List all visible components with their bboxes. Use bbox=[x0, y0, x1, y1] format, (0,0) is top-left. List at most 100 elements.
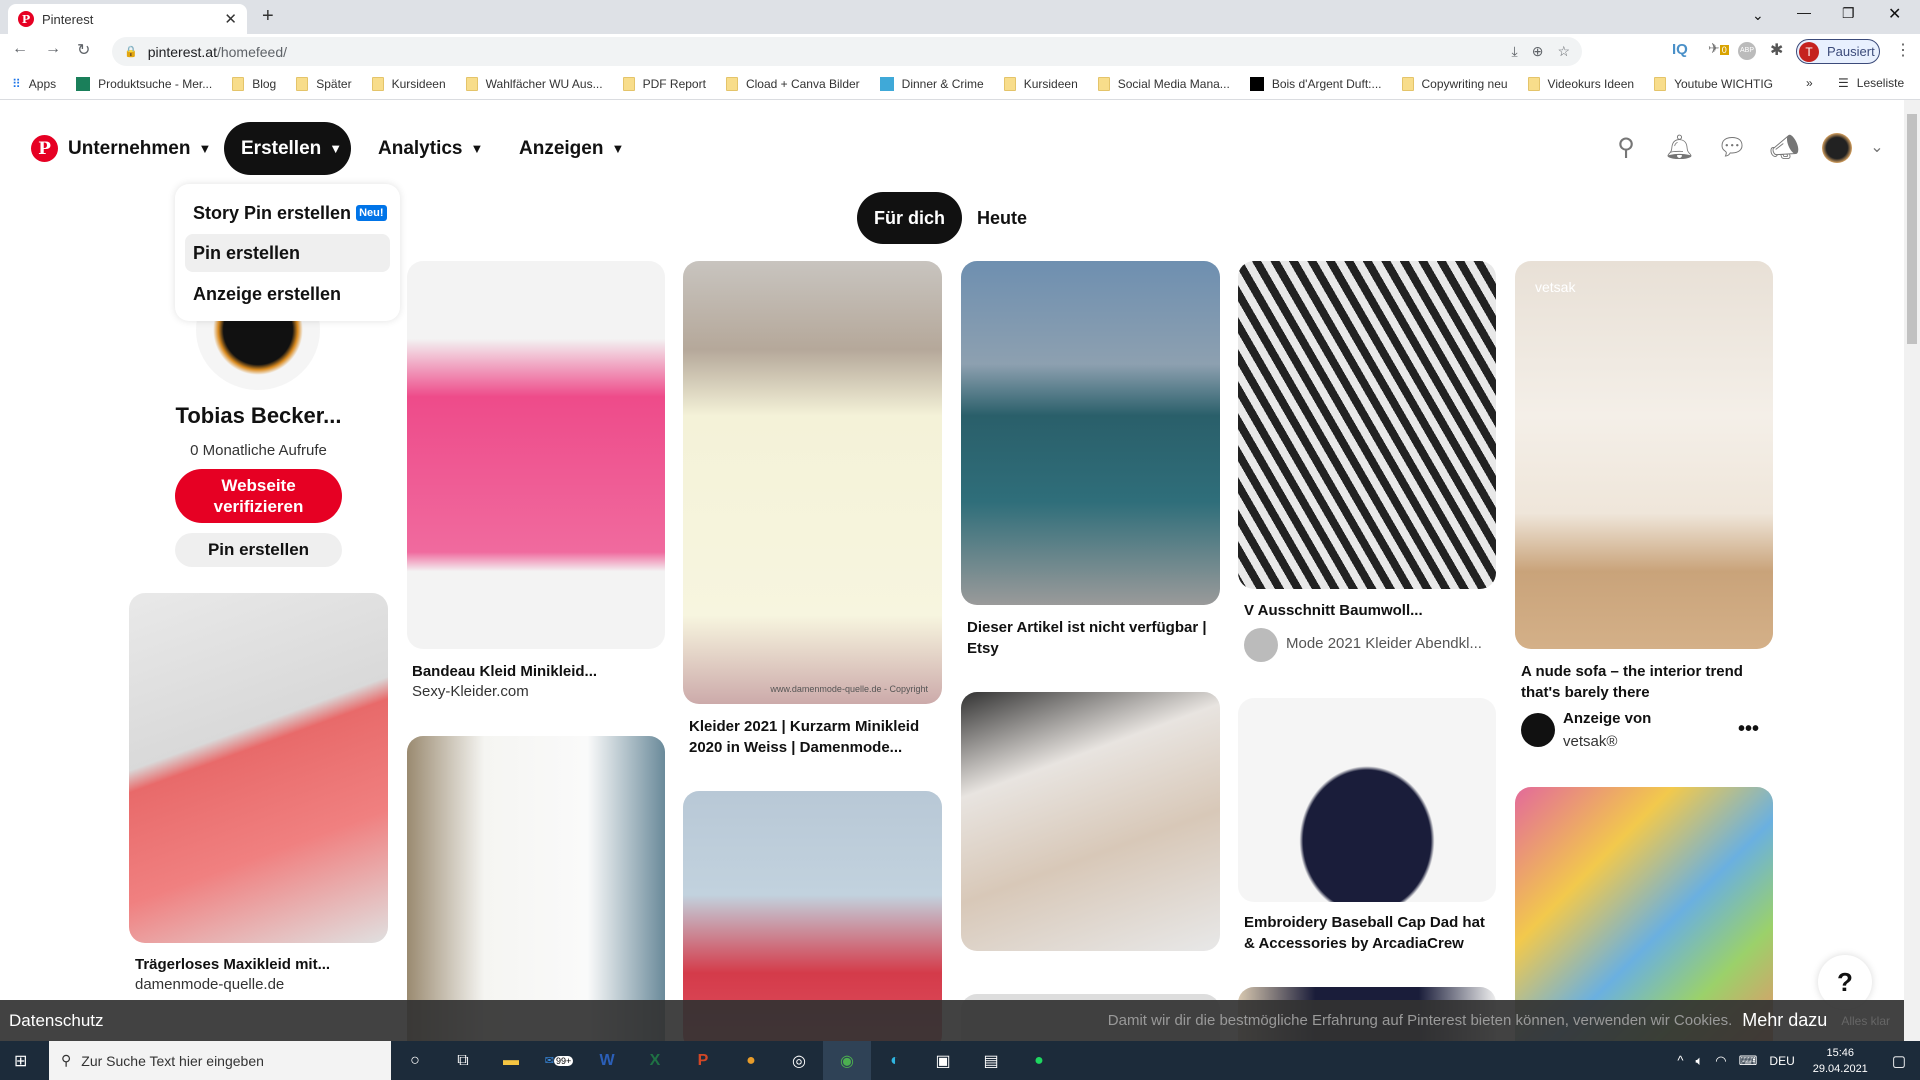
account-chevron-icon[interactable]: ⌄ bbox=[1862, 133, 1892, 163]
bookmark-item[interactable]: Kursideen bbox=[371, 77, 446, 91]
search-icon[interactable]: ⚲ bbox=[1611, 133, 1641, 163]
new-tab-icon[interactable]: + bbox=[262, 5, 274, 28]
mail-icon[interactable]: ✉ 99+ bbox=[535, 1041, 583, 1080]
pin-title[interactable]: Trägerloses Maxikleid mit... bbox=[135, 954, 385, 975]
pin-title[interactable]: V Ausschnitt Baumwoll... bbox=[1244, 600, 1494, 621]
tab-search-icon[interactable]: ⌄ bbox=[1752, 7, 1764, 24]
windows-start-icon[interactable]: ⊞ bbox=[14, 1051, 27, 1071]
install-icon[interactable]: ⤓ bbox=[1512, 43, 1518, 60]
forward-icon[interactable]: → bbox=[45, 40, 61, 58]
address-bar[interactable]: 🔒 pinterest.at/homefeed/ ⤓ ⊕ ☆ bbox=[112, 37, 1582, 66]
pin-title[interactable]: A nude sofa – the interior trend that's … bbox=[1521, 661, 1771, 703]
bookmark-item[interactable]: Social Media Mana... bbox=[1097, 77, 1230, 91]
bookmark-item[interactable]: Produktsuche - Mer... bbox=[76, 77, 212, 91]
user-avatar[interactable] bbox=[1822, 133, 1852, 163]
app-icon[interactable]: ▣ bbox=[919, 1041, 967, 1080]
bookmark-star-icon[interactable]: ☆ bbox=[1557, 43, 1570, 60]
advertiser-avatar[interactable] bbox=[1521, 713, 1555, 747]
bookmark-item[interactable]: Copywriting neu bbox=[1401, 77, 1508, 91]
app-icon[interactable]: ● bbox=[727, 1041, 775, 1080]
extension-icon[interactable]: ✈ 0 bbox=[1708, 40, 1729, 57]
pin-title[interactable]: Embroidery Baseball Cap Dad hat & Access… bbox=[1244, 912, 1494, 954]
notifications-bell-icon[interactable]: 🔔︎ bbox=[1664, 133, 1694, 163]
pin-source[interactable]: Mode 2021 Kleider Abendkl... bbox=[1286, 635, 1482, 652]
verify-website-button[interactable]: Webseite verifizieren bbox=[175, 469, 342, 523]
powerpoint-icon[interactable]: P bbox=[679, 1041, 727, 1080]
app-icon[interactable]: ▤ bbox=[967, 1041, 1015, 1080]
spotify-icon[interactable]: ● bbox=[1015, 1041, 1063, 1080]
reading-list[interactable]: ☰ Leseliste bbox=[1838, 76, 1904, 90]
tray-overflow-icon[interactable]: ^ bbox=[1677, 1053, 1683, 1068]
menu-item-story-pin[interactable]: Story Pin erstellen Neu! bbox=[185, 194, 390, 232]
bookmark-apps[interactable]: ⠿ Apps bbox=[12, 77, 56, 91]
menu-icon[interactable]: ⋮ bbox=[1895, 40, 1911, 60]
close-window-icon[interactable]: ✕ bbox=[1888, 4, 1901, 24]
file-explorer-icon[interactable]: ▬ bbox=[487, 1041, 535, 1080]
back-icon[interactable]: ← bbox=[12, 40, 28, 58]
bookmark-item[interactable]: Später bbox=[296, 77, 352, 91]
pin-image[interactable] bbox=[961, 261, 1220, 605]
pin-image[interactable] bbox=[1238, 698, 1496, 902]
nav-business[interactable]: P Unternehmen ▼ bbox=[14, 122, 228, 175]
bookmark-item[interactable]: Cload + Canva Bilder bbox=[725, 77, 860, 91]
scrollbar-thumb[interactable] bbox=[1907, 114, 1917, 344]
edge-icon[interactable]: ◐ bbox=[871, 1041, 919, 1080]
close-tab-icon[interactable]: ✕ bbox=[224, 10, 237, 28]
nav-analytics[interactable]: Analytics ▼ bbox=[361, 122, 500, 175]
pin-title[interactable]: Kleider 2021 | Kurzarm Minikleid 2020 in… bbox=[689, 716, 939, 758]
bookmark-item[interactable]: Wahlfächer WU Aus... bbox=[465, 77, 603, 91]
profile-button[interactable]: T Pausiert bbox=[1796, 39, 1880, 64]
pin-image[interactable] bbox=[129, 593, 388, 943]
advertiser-name[interactable]: vetsak® bbox=[1563, 733, 1617, 750]
language-indicator[interactable]: DEU bbox=[1769, 1054, 1794, 1068]
wifi-icon[interactable]: ◠ bbox=[1715, 1053, 1726, 1069]
bookmark-item[interactable]: Blog bbox=[232, 77, 276, 91]
creator-avatar[interactable] bbox=[1244, 628, 1278, 662]
taskbar-search[interactable]: ⚲ Zur Suche Text hier eingeben bbox=[49, 1041, 391, 1080]
pin-image[interactable] bbox=[407, 261, 665, 649]
restore-icon[interactable]: ❐ bbox=[1842, 5, 1855, 22]
volume-icon[interactable]: 🔈︎ bbox=[1695, 1053, 1703, 1069]
word-icon[interactable]: W bbox=[583, 1041, 631, 1080]
more-bookmarks-icon[interactable]: » bbox=[1806, 76, 1813, 90]
reload-icon[interactable]: ↻ bbox=[77, 40, 90, 60]
nav-create[interactable]: Erstellen ▼ bbox=[224, 122, 351, 175]
pin-image[interactable] bbox=[961, 692, 1220, 951]
messages-icon[interactable]: 💬︎ bbox=[1717, 133, 1747, 163]
adblock-icon[interactable]: ABP bbox=[1738, 42, 1756, 60]
nav-ads[interactable]: Anzeigen ▼ bbox=[502, 122, 641, 175]
pin-title[interactable]: Bandeau Kleid Minikleid... bbox=[412, 661, 662, 682]
iq-extension-icon[interactable]: IQ bbox=[1672, 41, 1688, 58]
keyboard-icon[interactable]: ⌨ bbox=[1739, 1053, 1758, 1069]
pin-source[interactable]: damenmode-quelle.de bbox=[135, 976, 284, 993]
app-icon[interactable]: ◎ bbox=[775, 1041, 823, 1080]
minimize-icon[interactable]: — bbox=[1797, 4, 1811, 20]
tab-today[interactable]: Heute bbox=[960, 192, 1044, 244]
bookmark-item[interactable]: Videokurs Ideen bbox=[1527, 77, 1634, 91]
bookmark-item[interactable]: PDF Report bbox=[622, 77, 706, 91]
notifications-icon[interactable]: ▢ bbox=[1892, 1052, 1906, 1070]
clock[interactable]: 15:46 29.04.2021 bbox=[1813, 1045, 1868, 1077]
accept-cookies-button[interactable]: Alles klar bbox=[1841, 1014, 1890, 1028]
zoom-icon[interactable]: ⊕ bbox=[1532, 43, 1544, 60]
task-view-icon[interactable]: ⧉ bbox=[439, 1041, 487, 1080]
extensions-puzzle-icon[interactable]: ✱ bbox=[1770, 40, 1783, 60]
bookmark-item[interactable]: Kursideen bbox=[1003, 77, 1078, 91]
cortana-icon[interactable]: ○ bbox=[391, 1041, 439, 1080]
menu-item-create-ad[interactable]: Anzeige erstellen bbox=[185, 275, 390, 313]
megaphone-icon[interactable]: 📣︎ bbox=[1769, 133, 1799, 163]
menu-item-create-pin[interactable]: Pin erstellen bbox=[185, 234, 390, 272]
privacy-link[interactable]: Datenschutz bbox=[9, 1011, 104, 1031]
pin-image[interactable]: www.damenmode-quelle.de - Copyright bbox=[683, 261, 942, 704]
bookmark-item[interactable]: Dinner & Crime bbox=[879, 77, 984, 91]
profile-name[interactable]: Tobias Becker... bbox=[129, 403, 388, 429]
chrome-icon[interactable]: ◉ bbox=[823, 1041, 871, 1080]
learn-more-link[interactable]: Mehr dazu bbox=[1742, 1010, 1827, 1031]
pin-image[interactable] bbox=[1238, 261, 1496, 589]
excel-icon[interactable]: X bbox=[631, 1041, 679, 1080]
more-options-icon[interactable]: ••• bbox=[1738, 718, 1759, 741]
create-pin-button[interactable]: Pin erstellen bbox=[175, 533, 342, 567]
tab-for-you[interactable]: Für dich bbox=[857, 192, 962, 244]
bookmark-item[interactable]: Bois d'Argent Duft:... bbox=[1249, 77, 1382, 91]
pin-image[interactable]: vetsak bbox=[1515, 261, 1773, 649]
